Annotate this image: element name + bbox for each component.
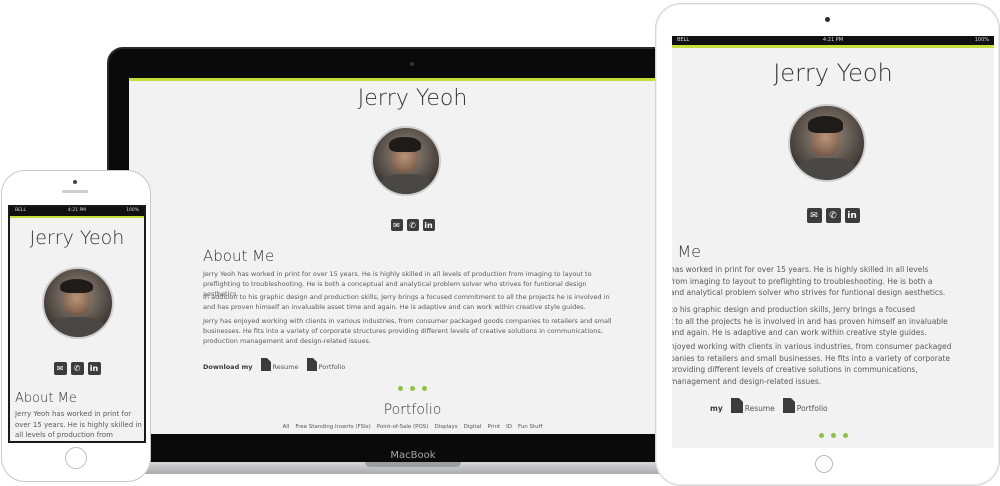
document-icon: [260, 358, 271, 371]
laptop-camera: [410, 62, 414, 66]
about-title: About Me: [15, 391, 77, 406]
accent-line: [129, 78, 696, 81]
about-title: About Me: [203, 247, 275, 265]
about-paragraph: has worked in print for over 15 years. H…: [672, 264, 972, 299]
paragraph-line: t to all the projects he is involved in …: [672, 316, 948, 326]
phone-icon[interactable]: ✆: [406, 219, 419, 231]
about-title: t Me: [672, 242, 702, 261]
laptop-brand: MacBook: [390, 450, 436, 461]
accent-line: [10, 216, 144, 218]
avatar-hair: [388, 137, 421, 152]
laptop-notch: [365, 462, 461, 467]
filter-id[interactable]: ID: [506, 424, 512, 430]
avatar-shirt: [50, 316, 106, 337]
divider-dot: [422, 386, 427, 391]
resume-label: Resume: [272, 363, 299, 371]
document-icon: [782, 398, 795, 413]
paragraph-line: has worked in print for over 15 years. H…: [672, 265, 929, 274]
clock: 4:21 PM: [822, 37, 844, 43]
tablet-home-button[interactable]: [815, 455, 833, 473]
paragraph-line: and analytical problem solver who strive…: [672, 288, 946, 297]
resume-label: Resume: [744, 404, 775, 413]
avatar: [42, 267, 114, 339]
paragraph-line: panies to retailers and small businesses…: [672, 353, 950, 363]
linkedin-icon[interactable]: in: [422, 219, 435, 231]
phone-screen: BELL 4:21 PM 100% Jerry Yeoh ✉ ✆ in Abou…: [8, 205, 146, 443]
envelope-icon[interactable]: ✉: [390, 219, 403, 231]
status-bar: BELL 4:21 PM 100%: [10, 207, 144, 216]
download-row: Download my Resume Portfolio: [203, 358, 345, 371]
paragraph-line: from imaging to layout to preflighting t…: [672, 276, 933, 286]
filter-print[interactable]: Print: [487, 424, 500, 430]
section-divider-dots: [129, 386, 696, 391]
portfolio-label: Portfolio: [796, 404, 828, 413]
paragraph-line: njoyed working with clients in various i…: [672, 342, 952, 351]
download-row: my Resume Portfolio: [710, 398, 828, 413]
filter-fsi[interactable]: Free Standing Inserts (FSIs): [295, 424, 370, 430]
avatar: [371, 126, 441, 196]
battery: 100%: [126, 208, 139, 213]
download-label: my: [710, 404, 723, 413]
phone-icon[interactable]: ✆: [825, 208, 841, 223]
filter-digital[interactable]: Digital: [464, 424, 482, 430]
linkedin-icon[interactable]: in: [87, 362, 101, 375]
page-title: Jerry Yeoh: [357, 86, 468, 111]
tablet-screen: BELL 4:21 PM 100% Jerry Yeoh ✉ ✆ in t Me…: [672, 36, 994, 448]
avatar-hair: [807, 116, 844, 133]
contact-icons: ✉ ✆ in: [10, 362, 144, 375]
paragraph-line: to his graphic design and production ski…: [672, 305, 915, 314]
clock: 4:21 PM: [67, 208, 87, 213]
about-paragraph: to his graphic design and production ski…: [672, 304, 972, 339]
portfolio-label: Portfolio: [318, 363, 346, 371]
page-title: Jerry Yeoh: [29, 227, 125, 249]
envelope-icon[interactable]: ✉: [806, 208, 822, 223]
about-paragraph: Jerry has enjoyed working with clients i…: [203, 317, 612, 345]
page-title: Jerry Yeoh: [773, 59, 893, 87]
phone-home-button[interactable]: [65, 447, 87, 469]
tablet-camera: [825, 17, 830, 22]
portfolio-link[interactable]: Portfolio: [306, 358, 346, 371]
accent-line: [672, 45, 994, 48]
divider-dot: [842, 433, 848, 438]
linkedin-icon[interactable]: in: [844, 208, 860, 223]
avatar-shirt: [379, 174, 433, 194]
divider-dot: [830, 433, 836, 438]
avatar-shirt: [797, 157, 857, 180]
avatar-hair: [60, 278, 93, 294]
about-paragraph: In addition to his graphic design and pr…: [203, 293, 610, 311]
about-paragraph: njoyed working with clients in various i…: [672, 341, 972, 387]
divider-dot: [818, 433, 824, 438]
laptop-screen: Jerry Yeoh ✉ ✆ in About Me Jerry Yeoh ha…: [129, 78, 696, 434]
document-icon: [730, 398, 743, 413]
phone-icon[interactable]: ✆: [70, 362, 84, 375]
envelope-icon[interactable]: ✉: [53, 362, 67, 375]
filter-displays[interactable]: Displays: [434, 424, 457, 430]
contact-icons: ✉ ✆ in: [129, 219, 696, 231]
phone-speaker: [62, 190, 88, 193]
portfolio-title: Portfolio: [383, 402, 442, 418]
section-divider-dots: [672, 433, 994, 438]
avatar: [788, 104, 866, 182]
contact-icons: ✉ ✆ in: [672, 208, 994, 223]
resume-link[interactable]: Resume: [730, 398, 775, 413]
status-bar: BELL 4:21 PM 100%: [672, 36, 994, 45]
phone-camera: [73, 180, 77, 184]
download-label: Download my: [203, 363, 253, 371]
filter-pos[interactable]: Point-of-Sale (POS): [377, 424, 429, 430]
portfolio-link[interactable]: Portfolio: [782, 398, 828, 413]
filter-fun-stuff[interactable]: Fun Stuff: [518, 424, 543, 430]
resume-link[interactable]: Resume: [260, 358, 299, 371]
document-icon: [306, 358, 317, 371]
portfolio-filters: All Free Standing Inserts (FSIs) Point-o…: [129, 424, 696, 430]
divider-dot: [398, 386, 403, 391]
paragraph-line: management and design-related issues.: [672, 376, 822, 386]
paragraph-line: providing different levels of creative s…: [672, 365, 918, 374]
paragraph-line: and again. He is adaptive and can work w…: [672, 328, 927, 337]
divider-dot: [410, 386, 415, 391]
filter-all[interactable]: All: [283, 424, 290, 430]
about-paragraph: Jerry Yeoh has worked in print for over …: [15, 410, 142, 439]
battery: 100%: [974, 37, 989, 43]
